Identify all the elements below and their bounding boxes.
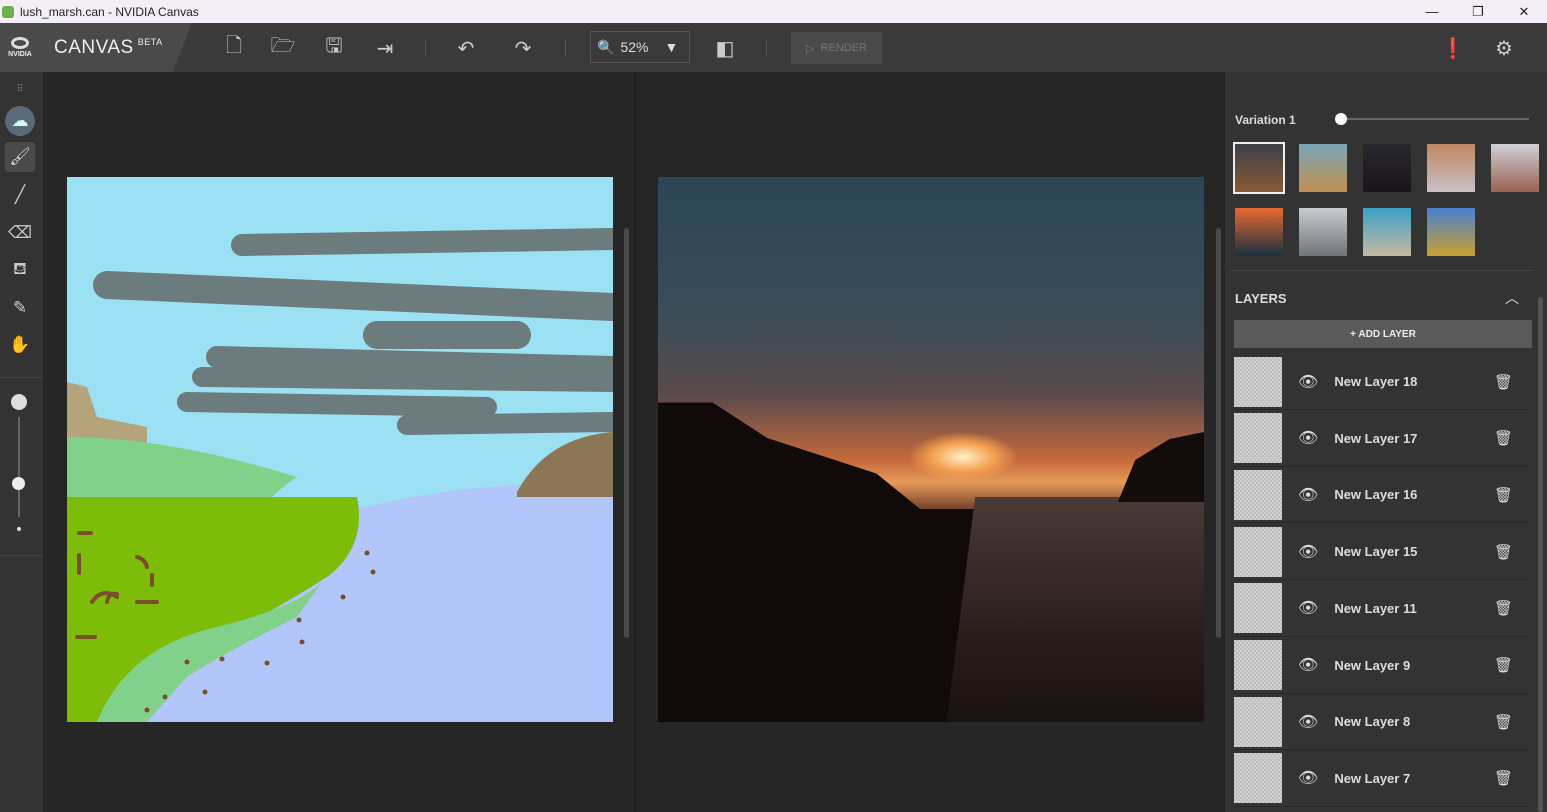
layer-thumbnail <box>1234 640 1282 690</box>
eye-visibility-icon[interactable]: 👁 <box>1298 768 1318 788</box>
trash-icon[interactable]: 🗑 <box>1494 373 1513 391</box>
chevron-down-icon: ▼ <box>664 39 678 55</box>
style-thumbnail[interactable] <box>1235 144 1283 192</box>
eye-visibility-icon[interactable]: 👁 <box>1298 428 1318 448</box>
layer-thumbnail <box>1234 413 1282 463</box>
style-thumbnail[interactable] <box>1363 144 1411 192</box>
layer-name: New Layer 18 <box>1334 374 1494 389</box>
brush-size-small-icon <box>17 527 21 531</box>
trash-icon[interactable]: 🗑 <box>1494 486 1513 504</box>
gear-icon[interactable]: ⚙ <box>1489 33 1519 63</box>
play-icon: ▷ <box>806 42 814 55</box>
right-panel: Variation 1 LAYERS ︿ + ADD LAYER 👁 New La… <box>1225 72 1547 812</box>
eye-visibility-icon[interactable]: 👁 <box>1298 712 1318 732</box>
close-button[interactable]: ✕ <box>1501 0 1547 23</box>
layer-name: New Layer 15 <box>1334 544 1494 559</box>
maximize-button[interactable]: ❐ <box>1455 0 1501 23</box>
segmentation-canvas[interactable] <box>67 177 613 722</box>
add-layer-button[interactable]: + ADD LAYER <box>1234 320 1532 348</box>
eye-visibility-icon[interactable]: 👁 <box>1298 485 1318 505</box>
hand-pan-icon[interactable]: ✋ <box>5 330 35 360</box>
trash-icon[interactable]: 🗑 <box>1494 599 1513 617</box>
layer-row[interactable]: 👁 New Layer 7🗑 <box>1233 751 1531 807</box>
layer-name: New Layer 7 <box>1334 771 1494 786</box>
brush-icon[interactable]: 🖌 <box>5 142 35 172</box>
layer-thumbnail <box>1234 583 1282 633</box>
style-thumbnail[interactable] <box>1363 208 1411 256</box>
layer-row[interactable]: 👁 New Layer 8🗑 <box>1233 694 1531 750</box>
trash-icon[interactable]: 🗑 <box>1494 429 1513 447</box>
minimize-button[interactable]: — <box>1409 0 1455 23</box>
zoom-value: 52% <box>620 39 648 55</box>
zoom-dropdown[interactable]: 🔍 52% ▼ <box>590 31 690 63</box>
style-thumbnail[interactable] <box>1235 208 1283 256</box>
brush-size-handle[interactable] <box>12 477 25 490</box>
layers-scrollbar[interactable] <box>1538 297 1543 812</box>
layer-row[interactable]: 👁 New Layer 9🗑 <box>1233 638 1531 694</box>
eye-visibility-icon[interactable]: 👁 <box>1298 598 1318 618</box>
nvidia-logo: NVIDIA <box>2 37 38 58</box>
variation-slider-handle[interactable] <box>1335 113 1347 125</box>
layer-row[interactable]: 👁 New Layer 17🗑 <box>1233 411 1531 467</box>
main-toolbar: NVIDIA CANVASBETA 🗋 🗁 🖫 ⇥ ↶ ↷ 🔍 52% ▼ ◧ … <box>0 23 1547 72</box>
trash-icon[interactable]: 🗑 <box>1494 713 1513 731</box>
layer-name: New Layer 11 <box>1334 601 1494 616</box>
style-thumbnail[interactable] <box>1491 144 1539 192</box>
new-file-icon[interactable]: 🗋 <box>219 33 249 63</box>
app-name: CANVASBETA <box>54 37 163 59</box>
variation-label: Variation 1 <box>1235 113 1296 127</box>
layer-name: New Layer 17 <box>1334 431 1494 446</box>
export-icon[interactable]: ⇥ <box>370 33 400 63</box>
style-thumbnail[interactable] <box>1299 144 1347 192</box>
layers-title: LAYERS <box>1235 291 1287 306</box>
layer-thumbnail <box>1234 753 1282 803</box>
trash-icon[interactable]: 🗑 <box>1494 656 1513 674</box>
window-title: lush_marsh.can - NVIDIA Canvas <box>20 5 199 19</box>
tool-sidebar: ⠿ ☁ 🖌 ╱ ⌫ ⛾ ✎ ✋ <box>0 72 43 812</box>
search-icon: 🔍 <box>597 39 614 56</box>
layer-thumbnail <box>1234 470 1282 520</box>
brand: NVIDIA CANVASBETA <box>0 23 192 72</box>
layer-row[interactable]: 👁 New Layer 18🗑 <box>1233 354 1531 410</box>
cloud-material-icon[interactable]: ☁ <box>5 106 35 136</box>
eye-visibility-icon[interactable]: 👁 <box>1298 542 1318 562</box>
rendered-output-image <box>658 177 1204 722</box>
layer-thumbnail <box>1234 357 1282 407</box>
render-button[interactable]: ▷RENDER <box>791 32 882 64</box>
style-thumbnail[interactable] <box>1427 208 1475 256</box>
layer-row[interactable]: 👁 New Layer 15🗑 <box>1233 524 1531 580</box>
collapse-chevron-up-icon[interactable]: ︿ <box>1505 288 1519 308</box>
compare-view-icon[interactable]: ◧ <box>710 33 740 63</box>
layer-thumbnail <box>1234 697 1282 747</box>
layer-name: New Layer 8 <box>1334 714 1494 729</box>
layer-name: New Layer 9 <box>1334 658 1494 673</box>
undo-icon[interactable]: ↶ <box>451 33 481 63</box>
style-thumbnail[interactable] <box>1427 144 1475 192</box>
canvas-scrollbar[interactable] <box>624 228 629 638</box>
fill-bucket-icon[interactable]: ⛾ <box>5 255 35 285</box>
layer-name: New Layer 16 <box>1334 487 1494 502</box>
layer-row[interactable]: 👁 New Layer 16🗑 <box>1233 467 1531 523</box>
brush-size-large-icon <box>11 394 27 410</box>
line-tool-icon[interactable]: ╱ <box>5 180 35 210</box>
layer-row[interactable]: 👁 New Layer 11🗑 <box>1233 581 1531 637</box>
layer-thumbnail <box>1234 527 1282 577</box>
brush-size-slider[interactable] <box>18 417 20 517</box>
trash-icon[interactable]: 🗑 <box>1494 769 1513 787</box>
app-icon <box>2 6 14 18</box>
feedback-icon[interactable]: ❗ <box>1438 33 1468 63</box>
drag-handle-icon[interactable]: ⠿ <box>5 74 35 104</box>
save-icon[interactable]: 🖫 <box>319 33 349 63</box>
title-bar: lush_marsh.can - NVIDIA Canvas — ❐ ✕ <box>0 0 1547 23</box>
eyedropper-icon[interactable]: ✎ <box>5 293 35 323</box>
eye-visibility-icon[interactable]: 👁 <box>1298 655 1318 675</box>
variation-slider[interactable] <box>1341 118 1529 120</box>
output-scrollbar[interactable] <box>1216 228 1221 638</box>
trash-icon[interactable]: 🗑 <box>1494 543 1513 561</box>
style-thumbnail[interactable] <box>1299 208 1347 256</box>
eye-visibility-icon[interactable]: 👁 <box>1298 372 1318 392</box>
redo-icon[interactable]: ↷ <box>508 33 538 63</box>
eraser-icon[interactable]: ⌫ <box>5 218 35 248</box>
open-folder-icon[interactable]: 🗁 <box>268 33 298 63</box>
